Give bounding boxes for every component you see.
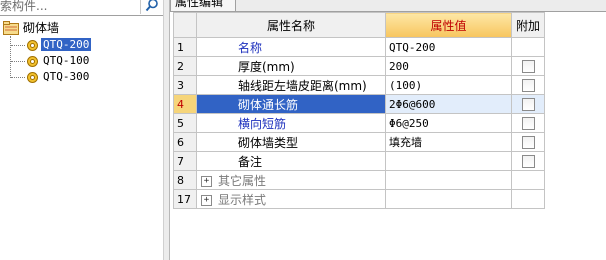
row-number: 2 <box>173 56 197 76</box>
table-row-selected[interactable]: 4 砌体通长筋 2Φ6@600 <box>173 94 545 114</box>
tree-item-label: QTQ-300 <box>43 70 90 83</box>
property-name: 备注 <box>196 151 386 171</box>
table-row[interactable]: 6 砌体墙类型 填充墙 <box>173 132 545 152</box>
extra-cell <box>511 132 545 152</box>
row-number: 3 <box>173 75 197 95</box>
component-gear-icon <box>27 40 38 51</box>
property-value-editor[interactable]: 2Φ6@600 <box>385 94 512 114</box>
extra-cell <box>511 56 545 76</box>
table-row[interactable]: 2 厚度(mm) 200 <box>173 56 545 76</box>
table-header-row: 属性名称 属性值 附加 <box>173 12 545 38</box>
extra-checkbox[interactable] <box>521 155 535 168</box>
tab-property-editor[interactable]: 属性编辑 <box>170 0 236 11</box>
tree-item-label: QTQ-200 <box>41 38 92 51</box>
property-group: + 显示样式 <box>196 189 386 209</box>
component-tree-panel: 索构件... 砌体墙 QTQ-200 QTQ-100 QTQ-300 <box>0 0 163 260</box>
property-name: 横向短筋 <box>196 113 386 133</box>
header-property-value[interactable]: 属性值 <box>385 12 512 38</box>
table-row[interactable]: 3 轴线距左墙皮距离(mm) (100) <box>173 75 545 95</box>
extra-cell <box>511 170 545 190</box>
tree-connector <box>11 45 25 46</box>
property-group-label: 其它属性 <box>218 173 267 188</box>
property-name: 轴线距左墙皮距离(mm) <box>196 75 386 95</box>
row-number: 17 <box>173 189 197 209</box>
header-num <box>173 12 197 38</box>
property-group: + 其它属性 <box>196 170 386 190</box>
table-group-row[interactable]: 17 + 显示样式 <box>173 189 545 209</box>
search-button[interactable] <box>140 0 163 14</box>
table-row[interactable]: 7 备注 <box>173 151 545 171</box>
component-gear-icon <box>27 56 38 67</box>
property-name: 砌体通长筋 <box>196 94 386 114</box>
row-number: 8 <box>173 170 197 190</box>
extra-cell <box>511 37 545 57</box>
row-number: 4 <box>173 94 197 114</box>
extra-checkbox[interactable] <box>521 60 535 73</box>
tree-item-qtq-200[interactable]: QTQ-200 <box>41 37 92 53</box>
row-number: 1 <box>173 37 197 57</box>
tree-connector <box>11 77 25 78</box>
tree-item-label: QTQ-100 <box>43 54 90 67</box>
tree-root-label: 砌体墙 <box>23 21 60 35</box>
property-value[interactable]: 填充墙 <box>385 132 512 152</box>
property-value <box>385 170 512 190</box>
extra-checkbox[interactable] <box>521 98 535 111</box>
extra-cell <box>511 189 545 209</box>
table-row[interactable]: 1 名称 QTQ-200 <box>173 37 545 57</box>
folder-icon <box>3 21 19 35</box>
row-number: 5 <box>173 113 197 133</box>
search-bar: 索构件... <box>0 0 163 16</box>
extra-cell <box>511 151 545 171</box>
tab-strip: 属性编辑 <box>170 0 606 12</box>
table-group-row[interactable]: 8 + 其它属性 <box>173 170 545 190</box>
search-icon <box>145 0 158 12</box>
extra-checkbox[interactable] <box>521 79 535 92</box>
property-value[interactable]: (100) <box>385 75 512 95</box>
extra-cell <box>511 113 545 133</box>
extra-checkbox[interactable] <box>521 136 535 149</box>
table-row[interactable]: 5 横向短筋 Φ6@250 <box>173 113 545 133</box>
property-group-label: 显示样式 <box>218 192 267 207</box>
row-number: 6 <box>173 132 197 152</box>
property-value[interactable]: Φ6@250 <box>385 113 512 133</box>
property-value[interactable]: QTQ-200 <box>385 37 512 57</box>
property-value <box>385 189 512 209</box>
property-editor-panel: 属性编辑 属性名称 属性值 附加 1 名称 QTQ-200 2 厚度(mm) 2… <box>170 0 606 260</box>
header-property-name[interactable]: 属性名称 <box>196 12 386 38</box>
header-extra[interactable]: 附加 <box>511 12 545 38</box>
property-value[interactable] <box>385 151 512 171</box>
tree-connector <box>11 61 25 62</box>
property-value[interactable]: 200 <box>385 56 512 76</box>
tree-connector <box>10 36 11 78</box>
expand-plus-icon[interactable]: + <box>201 194 212 206</box>
expand-plus-icon[interactable]: + <box>201 175 212 187</box>
extra-checkbox[interactable] <box>521 117 535 130</box>
extra-cell <box>511 94 545 114</box>
component-gear-icon <box>27 72 38 83</box>
tree-item-qtq-100[interactable]: QTQ-100 <box>43 53 89 69</box>
row-number: 7 <box>173 151 197 171</box>
property-table: 属性名称 属性值 附加 1 名称 QTQ-200 2 厚度(mm) 200 3 … <box>173 12 545 209</box>
tree-item-qtq-300[interactable]: QTQ-300 <box>43 69 89 85</box>
search-input[interactable]: 索构件... <box>0 0 47 14</box>
panel-splitter[interactable] <box>163 0 170 260</box>
extra-cell <box>511 75 545 95</box>
property-name: 砌体墙类型 <box>196 132 386 152</box>
property-name: 名称 <box>196 37 386 57</box>
tree-root-item[interactable]: 砌体墙 <box>23 20 59 36</box>
property-name: 厚度(mm) <box>196 56 386 76</box>
